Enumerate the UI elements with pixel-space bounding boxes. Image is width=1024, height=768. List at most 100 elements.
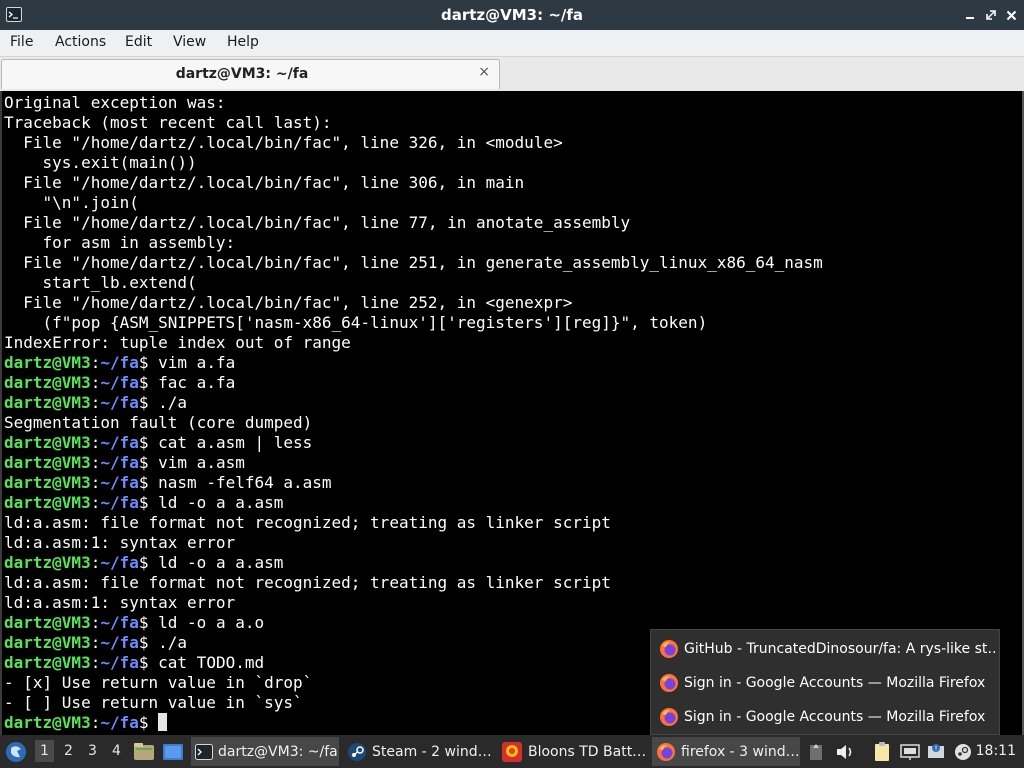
- terminal-command-line: dartz@VM3:~/fa$ cat TODO.md: [4, 653, 265, 672]
- menu-actions[interactable]: Actions: [55, 34, 106, 50]
- terminal-output-line: File "/home/dartz/.local/bin/fac", line …: [4, 213, 631, 232]
- prompt-path: ~/fa: [100, 613, 139, 632]
- terminal-command-line: dartz@VM3:~/fa$ ld -o a a.o: [4, 613, 265, 632]
- terminal-output-line: "\n".join(: [4, 193, 139, 212]
- command-text: ./a: [148, 393, 188, 412]
- task-label: dartz@VM3: ~/fa: [218, 743, 338, 760]
- terminal-output-line: Original exception was:: [4, 93, 226, 112]
- task-firefox[interactable]: firefox - 3 wind…: [652, 737, 800, 766]
- command-text: ./a: [148, 633, 188, 652]
- workspace-1[interactable]: 1: [35, 740, 54, 762]
- text-cursor: [158, 713, 168, 731]
- terminal-output-line: File "/home/dartz/.local/bin/fac", line …: [4, 293, 573, 312]
- clipboard-icon[interactable]: [872, 735, 892, 768]
- prompt-user: dartz@VM3: [4, 393, 91, 412]
- prompt-user: dartz@VM3: [4, 493, 91, 512]
- task-terminal[interactable]: dartz@VM3: ~/fa: [191, 737, 339, 766]
- popup-item-github[interactable]: GitHub - TruncatedDinosour/fa: A rys-lik…: [659, 634, 995, 664]
- prompt-user: dartz@VM3: [4, 373, 91, 392]
- start-menu-icon[interactable]: [4, 735, 28, 768]
- firefox-icon: [660, 674, 678, 692]
- update-notifier-icon[interactable]: !: [926, 735, 946, 768]
- prompt-path: ~/fa: [100, 393, 139, 412]
- command-text: ld -o a a.o: [148, 613, 265, 632]
- prompt-path: ~/fa: [100, 493, 139, 512]
- command-text: vim a.asm: [148, 453, 245, 472]
- popup-item-google-signin[interactable]: Sign in - Google Accounts — Mozilla Fire…: [659, 668, 995, 698]
- terminal-icon: [195, 743, 213, 760]
- popup-item-label: Sign in - Google Accounts — Mozilla Fire…: [684, 709, 986, 725]
- task-steam[interactable]: Steam - 2 wind…: [343, 737, 493, 766]
- menubar: File Actions Edit View Help: [0, 30, 1024, 57]
- popup-item-label: Sign in - Google Accounts — Mozilla Fire…: [684, 675, 986, 691]
- task-label: firefox - 3 wind…: [681, 743, 800, 760]
- task-bloons[interactable]: Bloons TD Batt…: [497, 737, 647, 766]
- menu-view[interactable]: View: [173, 34, 206, 50]
- steam-tray-icon[interactable]: [953, 735, 973, 768]
- terminal-command-line: dartz@VM3:~/fa$ vim a.asm: [4, 453, 245, 472]
- workspace-4[interactable]: 4: [112, 743, 121, 759]
- prompt-path: ~/fa: [100, 453, 139, 472]
- prompt-user: dartz@VM3: [4, 553, 91, 572]
- restore-icon[interactable]: [983, 7, 999, 23]
- task-label: Steam - 2 wind…: [372, 743, 492, 760]
- close-icon[interactable]: [1003, 7, 1019, 23]
- tab-label: dartz@VM3: ~/fa: [175, 66, 309, 82]
- prompt-user: dartz@VM3: [4, 613, 91, 632]
- tab-terminal[interactable]: dartz@VM3: ~/fa ×: [1, 59, 500, 89]
- terminal-output-line: for asm in assembly:: [4, 233, 236, 252]
- terminal-output-line: File "/home/dartz/.local/bin/fac", line …: [4, 253, 823, 272]
- prompt-path: ~/fa: [100, 553, 139, 572]
- prompt-path: ~/fa: [100, 373, 139, 392]
- terminal-output-line: sys.exit(main()): [4, 153, 197, 172]
- network-icon[interactable]: [900, 735, 920, 768]
- prompt-user: dartz@VM3: [4, 473, 91, 492]
- file-manager-icon[interactable]: [133, 735, 155, 768]
- terminal-output-line: ld:a.asm:1: syntax error: [4, 593, 236, 612]
- window-titlebar[interactable]: dartz@VM3: ~/fa: [0, 0, 1024, 30]
- prompt-path: ~/fa: [100, 433, 139, 452]
- menu-file[interactable]: File: [10, 34, 33, 50]
- workspace-3[interactable]: 3: [88, 743, 97, 759]
- command-text: vim a.fa: [148, 353, 236, 372]
- prompt-user: dartz@VM3: [4, 353, 91, 372]
- tab-close-icon[interactable]: ×: [478, 64, 490, 80]
- bloons-icon: [502, 741, 522, 762]
- terminal-output-line: ld:a.asm: file format not recognized; tr…: [4, 513, 611, 532]
- terminal-output-line: (f"pop {ASM_SNIPPETS['nasm-x86_64-linux'…: [4, 313, 708, 332]
- terminal-output-line: Segmentation fault (core dumped): [4, 413, 313, 432]
- prompt-user: dartz@VM3: [4, 633, 91, 652]
- volume-icon[interactable]: [834, 735, 856, 768]
- firefox-icon: [660, 640, 678, 658]
- popup-item-label: GitHub - TruncatedDinosour/fa: A rys-lik…: [684, 641, 995, 657]
- tray-menu-icon[interactable]: [808, 735, 824, 768]
- clock[interactable]: 18:11: [976, 743, 1016, 759]
- command-text: ld -o a a.asm: [148, 493, 284, 512]
- command-text: cat a.asm | less: [148, 433, 313, 452]
- prompt-path: ~/fa: [100, 473, 139, 492]
- prompt-user: dartz@VM3: [4, 653, 91, 672]
- terminal-output-line: ld:a.asm: file format not recognized; tr…: [4, 573, 611, 592]
- show-desktop-icon[interactable]: [162, 735, 184, 768]
- terminal-output-line: - [x] Use return value in `drop`: [4, 673, 313, 692]
- command-text: ld -o a a.asm: [148, 553, 284, 572]
- taskbar: 1 2 3 4 dartz@VM3: ~/fa Steam - 2 wind… …: [0, 735, 1024, 768]
- firefox-icon: [660, 708, 678, 726]
- firefox-icon: [657, 742, 675, 761]
- command-text: fac a.fa: [148, 373, 236, 392]
- terminal-output-line: File "/home/dartz/.local/bin/fac", line …: [4, 173, 525, 192]
- terminal-output-line: - [ ] Use return value in `sys`: [4, 693, 303, 712]
- tab-bar: dartz@VM3: ~/fa ×: [0, 57, 1024, 91]
- workspace-2[interactable]: 2: [64, 743, 73, 759]
- task-label: Bloons TD Batt…: [528, 743, 647, 760]
- prompt-path: ~/fa: [100, 633, 139, 652]
- menu-help[interactable]: Help: [227, 34, 259, 50]
- terminal-command-line: dartz@VM3:~/fa$: [4, 713, 168, 733]
- terminal-command-line: dartz@VM3:~/fa$ ld -o a a.asm: [4, 493, 284, 512]
- minimize-icon[interactable]: [962, 7, 978, 23]
- terminal-command-line: dartz@VM3:~/fa$ fac a.fa: [4, 373, 236, 392]
- svg-text:!: !: [935, 744, 938, 752]
- menu-edit[interactable]: Edit: [125, 34, 152, 50]
- terminal-command-line: dartz@VM3:~/fa$ cat a.asm | less: [4, 433, 313, 452]
- popup-item-google-signin[interactable]: Sign in - Google Accounts — Mozilla Fire…: [659, 702, 995, 732]
